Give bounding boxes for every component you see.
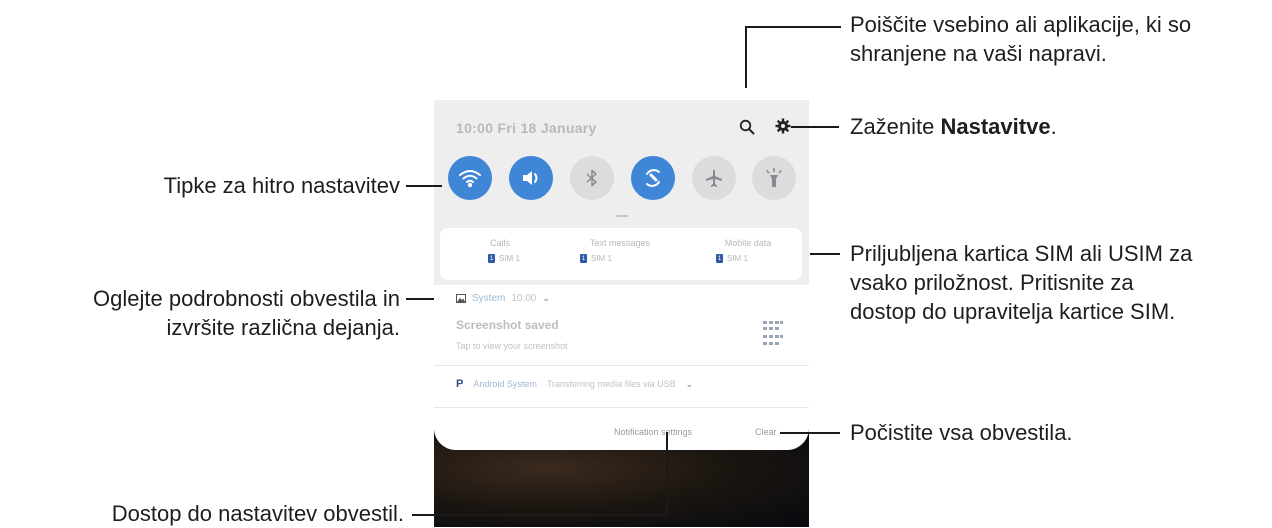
sim-card-icon: 1	[488, 254, 495, 263]
callout-details-line2: izvršite različna dejanja.	[166, 315, 400, 340]
android-system-text: Transferring media files via USB	[546, 379, 676, 389]
sim-calls-value: SIM 1	[499, 254, 520, 263]
callout-sim-line3: dostop do upravitelja kartice SIM.	[850, 299, 1176, 324]
sim-preference-card[interactable]: Calls 1 SIM 1 Text messages 1 SIM 1 Mobile…	[440, 228, 802, 280]
callout-clear: Počistite vsa obvestila.	[850, 420, 1073, 445]
sim-text-label: Text messages	[589, 238, 651, 248]
divider	[434, 365, 809, 366]
callout-search-line1: Poiščite vsebino ali aplikacije, ki so	[850, 12, 1192, 37]
notification-header[interactable]: System 10:00 ⌄	[456, 293, 550, 304]
callout-line-search	[745, 26, 747, 88]
airplane-toggle-button[interactable]	[692, 156, 736, 200]
auto-rotate-toggle-button[interactable]	[631, 156, 675, 200]
wifi-icon	[459, 170, 481, 188]
callout-sim-line2: vsako priložnost. Pritisnite za	[850, 270, 1134, 295]
callout-settings: Zaženite Nastavitve.	[850, 114, 1057, 139]
bluetooth-icon	[586, 169, 597, 187]
callout-line-clear	[780, 432, 840, 434]
sim-calls-label: Calls	[489, 238, 510, 248]
screenshot-thumbnail[interactable]	[762, 319, 784, 351]
auto-rotate-icon	[646, 169, 660, 187]
callout-sim: Priljubljena kartica SIM ali USIM za vsa…	[850, 239, 1270, 326]
chevron-down-icon[interactable]: ⌄	[686, 379, 694, 390]
callout-sim-line1: Priljubljena kartica SIM ali USIM za	[850, 241, 1193, 266]
notification-list: System 10:00 ⌄ Screenshot saved Tap to v…	[434, 285, 809, 450]
callout-line-notif-settings	[666, 432, 668, 516]
android-system-app: Android System	[473, 379, 537, 389]
sound-icon	[523, 171, 538, 185]
notification-settings-button[interactable]: Notification settings	[614, 427, 692, 437]
sim-text-messages[interactable]: Text messages 1 SIM 1	[570, 238, 670, 263]
sim-text-value: SIM 1	[591, 254, 612, 263]
sim-card-icon: 1	[716, 254, 723, 263]
callout-line-search	[745, 26, 841, 28]
sim-data-value: SIM 1	[727, 254, 748, 263]
notification-app-name: System	[472, 293, 506, 304]
callout-line-notif-settings	[412, 514, 668, 516]
panel-drag-handle[interactable]	[616, 215, 628, 217]
search-icon[interactable]	[736, 116, 758, 138]
divider	[434, 407, 809, 408]
status-date-time: 10:00 Fri 18 January	[456, 120, 597, 136]
notification-time: 10:00	[511, 293, 537, 304]
callout-line-details	[406, 298, 434, 300]
flashlight-icon	[766, 168, 782, 187]
callout-search: Poiščite vsebino ali aplikacije, ki so s…	[850, 10, 1270, 68]
notification-title: Screenshot saved	[456, 318, 559, 332]
flashlight-toggle-button[interactable]	[752, 156, 796, 200]
wifi-toggle-button[interactable]	[448, 156, 492, 200]
sim-card-icon: 1	[580, 254, 587, 263]
callout-line-sim	[810, 253, 840, 255]
callout-search-line2: shranjene na vaši napravi.	[850, 41, 1107, 66]
image-icon	[456, 294, 466, 303]
quick-panel: 10:00 Fri 18 January Calls 1 SIM 1 Text …	[434, 100, 809, 450]
airplane-icon	[706, 170, 722, 187]
sim-data-label: Mobile data	[724, 238, 772, 248]
callout-line-quick	[406, 185, 442, 187]
callout-details-line1: Oglejte podrobnosti obvestila in	[93, 286, 400, 311]
callout-quick-buttons: Tipke za hitro nastavitev	[163, 173, 400, 198]
android-system-icon: P	[456, 378, 464, 390]
callout-line-settings	[791, 126, 839, 128]
chevron-down-icon[interactable]: ⌄	[542, 293, 550, 304]
bluetooth-toggle-button[interactable]	[570, 156, 614, 200]
notification-panel-screenshot: 10:00 Fri 18 January Calls 1 SIM 1 Text …	[434, 100, 809, 527]
clear-button[interactable]: Clear	[755, 427, 777, 437]
sound-toggle-button[interactable]	[509, 156, 553, 200]
callout-notification-settings: Dostop do nastavitev obvestil.	[111, 501, 404, 526]
sim-calls[interactable]: Calls 1 SIM 1	[450, 238, 550, 263]
sim-mobile-data[interactable]: Mobile data 1 SIM 1	[698, 238, 798, 263]
callout-details: Oglejte podrobnosti obvestila in izvršit…	[10, 284, 400, 342]
android-system-notification[interactable]: P Android System Transferring media file…	[456, 378, 693, 390]
notification-body: Tap to view your screenshot	[456, 341, 568, 351]
